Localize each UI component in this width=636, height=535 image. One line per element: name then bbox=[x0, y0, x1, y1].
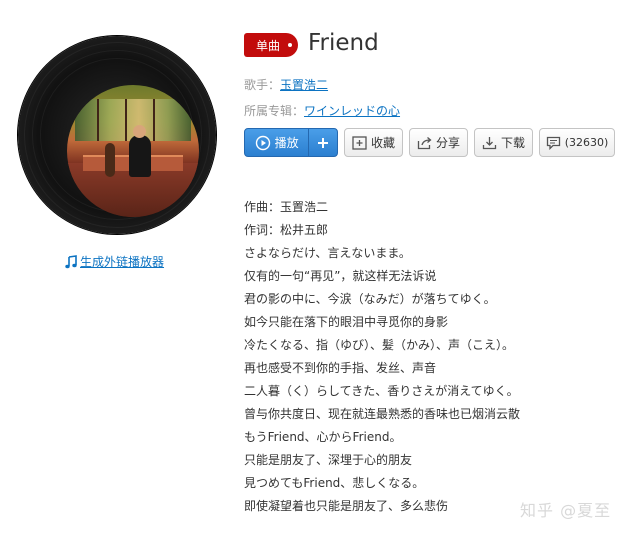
lyric-line: 仅有的一句“再见”，就这样无法诉说 bbox=[244, 269, 437, 283]
play-icon bbox=[255, 135, 270, 150]
badge-dot bbox=[288, 43, 292, 47]
play-button-group: 播放 bbox=[244, 128, 338, 157]
zhihu-watermark: 知乎 @夏至 bbox=[520, 501, 612, 520]
add-to-playlist-button[interactable] bbox=[308, 129, 337, 156]
comment-count: (32630) bbox=[564, 136, 609, 149]
singer-link[interactable]: 玉置浩二 bbox=[280, 78, 328, 92]
favorite-button[interactable]: 收藏 bbox=[344, 128, 403, 157]
lyric-line: もうFriend、心からFriend。 bbox=[244, 430, 402, 444]
lyric-line: 見つめてもFriend、悲しくなる。 bbox=[244, 476, 425, 490]
lyric-line: 作词：松井五郎 bbox=[244, 223, 329, 237]
plus-icon bbox=[318, 137, 329, 148]
album-cover-image bbox=[67, 85, 199, 217]
favorite-label: 收藏 bbox=[370, 136, 395, 150]
album-label: 所属专辑： bbox=[244, 104, 305, 118]
lyric-line: 如今只能在落下的眼泪中寻觅你的身影 bbox=[244, 315, 449, 329]
song-title: Friend bbox=[308, 30, 379, 56]
add-folder-icon bbox=[352, 135, 367, 150]
lyric-line: 只能是朋友了、深埋于心的朋友 bbox=[244, 453, 413, 467]
download-button[interactable]: 下载 bbox=[474, 128, 533, 157]
share-button[interactable]: 分享 bbox=[409, 128, 468, 157]
album-row: 所属专辑：ワインレッドの心 bbox=[244, 102, 400, 119]
lyric-line: 再也感受不到你的手指、发丝、声音 bbox=[244, 361, 437, 375]
comment-icon bbox=[546, 136, 560, 150]
lyric-line: 二人暮（く）らしてきた、香りさえが消えてゆく。 bbox=[244, 384, 519, 398]
lyric-line: 曾与你共度日、现在就连最熟悉的香味也已烟消云散 bbox=[244, 407, 521, 421]
singer-label: 歌手： bbox=[244, 78, 281, 92]
lyric-line: 君の影の中に、今涙（なみだ）が落ちてゆく。 bbox=[244, 292, 496, 306]
share-icon bbox=[417, 136, 432, 149]
lyric-line: さよならだけ、言えないまま。 bbox=[244, 246, 411, 260]
external-player-label: 生成外链播放器 bbox=[80, 255, 165, 269]
single-badge-label: 单曲 bbox=[256, 38, 281, 53]
lyric-line: 冷たくなる、指（ゆび）、髪（かみ）、声（こえ）。 bbox=[244, 338, 515, 352]
single-badge: 单曲 bbox=[244, 33, 298, 57]
music-note-icon bbox=[65, 254, 77, 268]
singer-row: 歌手：玉置浩二 bbox=[244, 76, 328, 93]
external-player-link[interactable]: 生成外链播放器 bbox=[64, 253, 164, 270]
comment-button[interactable]: (32630) bbox=[539, 128, 615, 157]
play-button[interactable]: 播放 bbox=[245, 129, 308, 156]
album-record bbox=[18, 36, 216, 234]
lyric-line: 作曲：玉置浩二 bbox=[244, 200, 329, 214]
album-link[interactable]: ワインレッドの心 bbox=[304, 104, 400, 118]
lyric-line: 即使凝望着也只能是朋友了、多么悲伤 bbox=[244, 499, 449, 513]
lyrics-list: 作曲：玉置浩二 作词：松井五郎 さよならだけ、言えないまま。 仅有的一句“再见”… bbox=[244, 196, 520, 518]
download-label: 下载 bbox=[500, 136, 525, 150]
share-label: 分享 bbox=[435, 136, 460, 150]
download-icon bbox=[482, 136, 497, 149]
play-label: 播放 bbox=[274, 136, 299, 150]
